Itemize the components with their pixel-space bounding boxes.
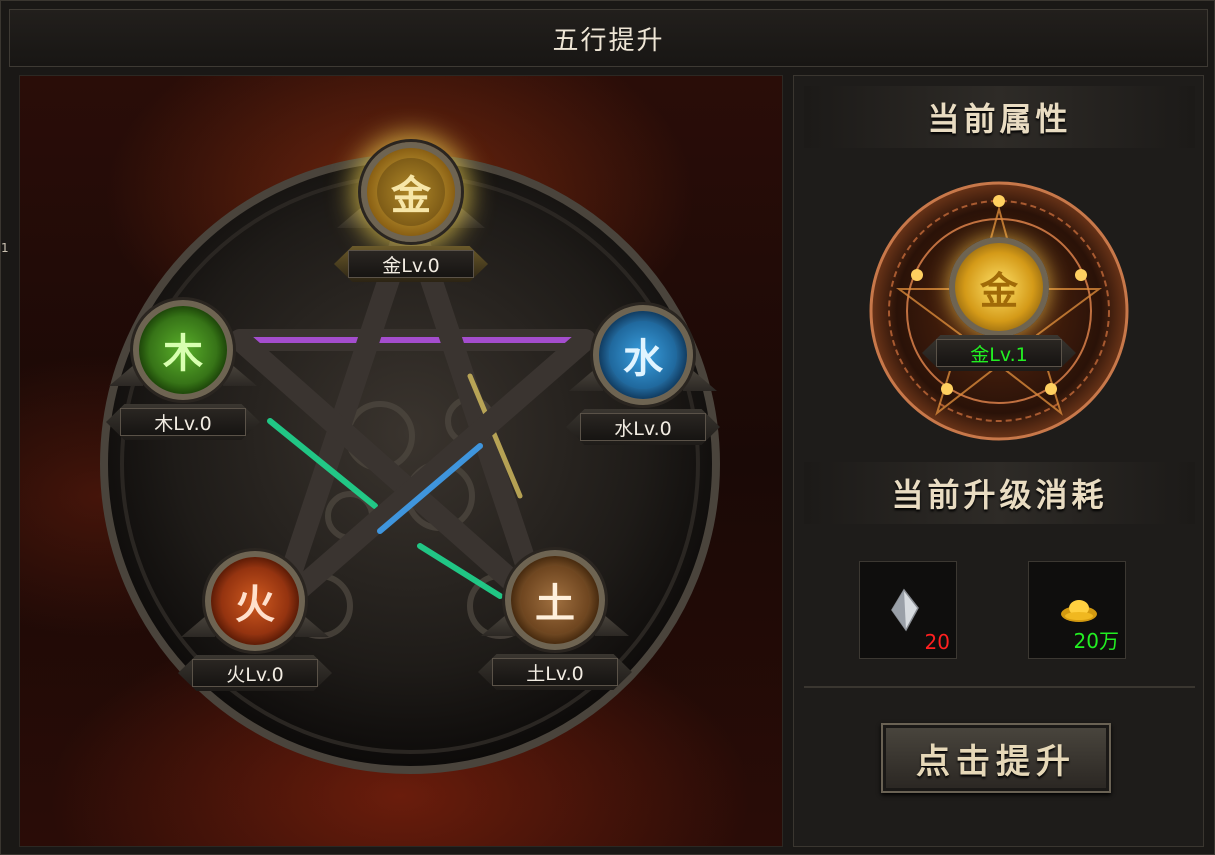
metal-level-label: 金Lv.0 <box>382 254 440 277</box>
water-level-plate: 水Lv.0 <box>558 405 728 449</box>
cost-slot-crystal[interactable]: 20 <box>859 561 957 659</box>
title-bar: 五行提升 <box>9 9 1208 67</box>
cost-slot-gold[interactable]: 20万 <box>1028 561 1126 659</box>
upgrade-button[interactable]: 点击提升 <box>881 723 1111 793</box>
fire-level-label: 火Lv.0 <box>226 663 284 686</box>
current-glyph: 金 <box>979 267 1018 313</box>
earth-level-label: 土Lv.0 <box>526 662 584 685</box>
gold-quantity: 20万 <box>1073 629 1119 653</box>
crystal-quantity: 20 <box>924 630 950 654</box>
earth-orb-icon[interactable]: 土 <box>505 550 605 650</box>
metal-glyph: 金 <box>377 158 445 226</box>
current-attr-title: 当前属性 <box>927 100 1072 138</box>
info-panel: 当前属性 金 金Lv.1 当前升级消耗 20 20万 点击提升 <box>793 75 1204 847</box>
current-attr-display: 金 金Lv.1 <box>867 179 1131 443</box>
wood-orb-icon[interactable]: 木 <box>133 300 233 400</box>
crystal-icon <box>891 588 919 632</box>
window-title: 五行提升 <box>552 25 665 56</box>
element-node-metal[interactable]: 金 金Lv.0 <box>326 142 496 292</box>
upgrade-cost-header: 当前升级消耗 <box>804 462 1195 524</box>
wood-glyph: 木 <box>149 316 217 384</box>
water-glyph: 水 <box>609 321 677 389</box>
metal-orb-icon[interactable]: 金 <box>361 142 461 242</box>
wood-level-label: 木Lv.0 <box>154 412 212 435</box>
fire-glyph: 火 <box>221 567 289 635</box>
element-node-earth[interactable]: 土 土Lv.0 <box>470 550 640 700</box>
water-orb-icon[interactable]: 水 <box>593 305 693 405</box>
element-node-wood[interactable]: 木 木Lv.0 <box>98 300 268 450</box>
gold-ingot-icon <box>1061 600 1097 622</box>
current-level-label: 金Lv.1 <box>970 343 1028 366</box>
current-metal-orb-icon: 金 <box>949 237 1049 337</box>
current-attr-header: 当前属性 <box>804 86 1195 148</box>
edge-label: 1 <box>1 241 9 255</box>
earth-level-plate: 土Lv.0 <box>470 650 640 694</box>
element-node-fire[interactable]: 火 火Lv.0 <box>170 551 340 701</box>
water-level-label: 水Lv.0 <box>614 417 672 440</box>
earth-glyph: 土 <box>521 566 589 634</box>
current-level-plate: 金Lv.1 <box>914 331 1084 375</box>
five-elements-scene: 金 金Lv.0 木 木Lv.0 水 水Lv.0 火 火Lv.0 土 土Lv.0 <box>19 75 783 847</box>
metal-level-plate: 金Lv.0 <box>326 242 496 286</box>
fire-orb-icon[interactable]: 火 <box>205 551 305 651</box>
divider <box>804 686 1195 688</box>
upgrade-button-label: 点击提升 <box>916 741 1076 782</box>
upgrade-cost-title: 当前升级消耗 <box>891 476 1108 514</box>
five-elements-window: 五行提升 1 F9 D <box>0 0 1215 855</box>
wood-level-plate: 木Lv.0 <box>98 400 268 444</box>
fire-level-plate: 火Lv.0 <box>170 651 340 695</box>
element-node-water[interactable]: 水 水Lv.0 <box>558 305 728 455</box>
